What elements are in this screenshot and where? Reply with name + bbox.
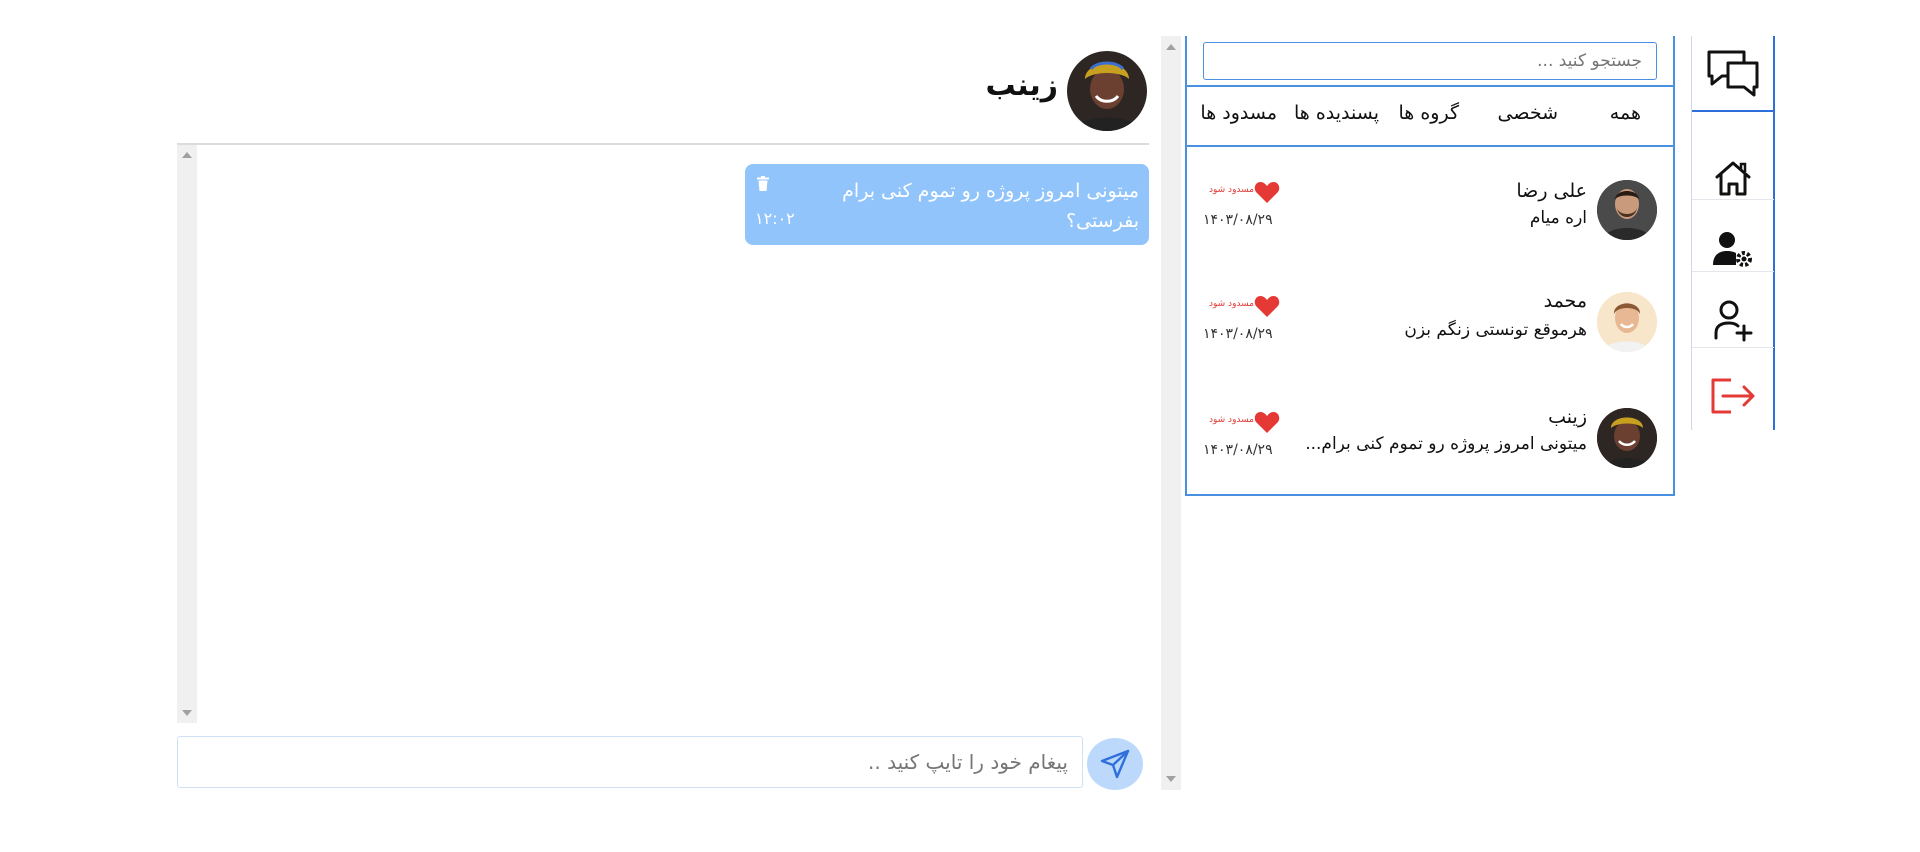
trash-icon[interactable] [757,176,769,191]
rail-divider [1692,199,1774,200]
tab-all[interactable]: همه [1610,102,1641,124]
rail-divider [1692,347,1774,348]
heart-icon[interactable] [1254,410,1280,434]
block-button[interactable]: مسدود شود [1209,415,1254,425]
contact-last-message: اره میام [1529,208,1587,228]
heart-icon[interactable] [1254,294,1280,318]
block-button[interactable]: مسدود شود [1209,299,1254,309]
contact-date: ۱۴۰۳/۰۸/۲۹ [1203,442,1273,458]
tab-blocked[interactable]: مسدود ها [1200,102,1277,124]
message-time: ۱۲:۰۲ [755,209,795,228]
scroll-up-icon[interactable] [182,152,192,158]
scroll-down-icon[interactable] [182,710,192,716]
contact-name: علی رضا [1516,180,1587,202]
contacts-panel: همه شخصی گروه ها پسندیده ها مسدود ها علی… [1185,36,1675,496]
user-settings-icon[interactable] [1692,221,1774,277]
header-divider [177,143,1149,145]
message-bubble[interactable]: میتونی امروز پروژه رو تموم کنی برام بفرس… [745,164,1149,245]
contact-last-message: هرموقع تونستی زنگم بزن [1404,320,1587,340]
logout-icon[interactable] [1692,366,1774,426]
tab-groups[interactable]: گروه ها [1398,102,1459,124]
contact-date: ۱۴۰۳/۰۸/۲۹ [1203,212,1273,228]
message-input[interactable] [177,736,1083,788]
chat-bubbles-icon[interactable] [1692,38,1774,110]
send-button[interactable] [1087,738,1143,790]
contact-item[interactable]: علی رضا اره میام مسدود شود ۱۴۰۳/۰۸/۲۹ [1187,160,1673,260]
search-input[interactable] [1203,42,1657,80]
contact-last-message: میتونی امروز پروژه رو تموم کنی برام... [1305,434,1587,454]
block-button[interactable]: مسدود شود [1209,185,1254,195]
contact-item[interactable]: محمد هرموقع تونستی زنگم بزن مسدود شود ۱۴… [1187,276,1673,376]
nav-rail [1691,36,1775,430]
avatar [1597,292,1657,352]
heart-icon[interactable] [1254,180,1280,204]
tab-personal[interactable]: شخصی [1498,102,1559,124]
tab-favorites[interactable]: پسندیده ها [1294,102,1379,124]
contact-name: زینب [1548,406,1587,428]
rail-divider [1692,271,1774,272]
contacts-scrollbar[interactable] [1161,36,1181,790]
avatar [1597,408,1657,468]
contact-item[interactable]: زینب میتونی امروز پروژه رو تموم کنی برام… [1187,392,1673,492]
send-icon [1100,749,1130,779]
scroll-down-icon[interactable] [1166,776,1176,782]
filter-tabs: همه شخصی گروه ها پسندیده ها مسدود ها [1187,85,1673,147]
message-text: میتونی امروز پروژه رو تموم کنی برام بفرس… [842,180,1139,232]
user-add-icon[interactable] [1692,290,1774,350]
scroll-up-icon[interactable] [1166,44,1176,50]
avatar [1597,180,1657,240]
chat-avatar [1067,51,1147,131]
contact-date: ۱۴۰۳/۰۸/۲۹ [1203,326,1273,342]
rail-divider [1692,110,1774,112]
messages-scrollbar[interactable] [177,145,197,723]
contact-name: محمد [1543,290,1587,312]
chat-title: زینب [985,68,1058,103]
